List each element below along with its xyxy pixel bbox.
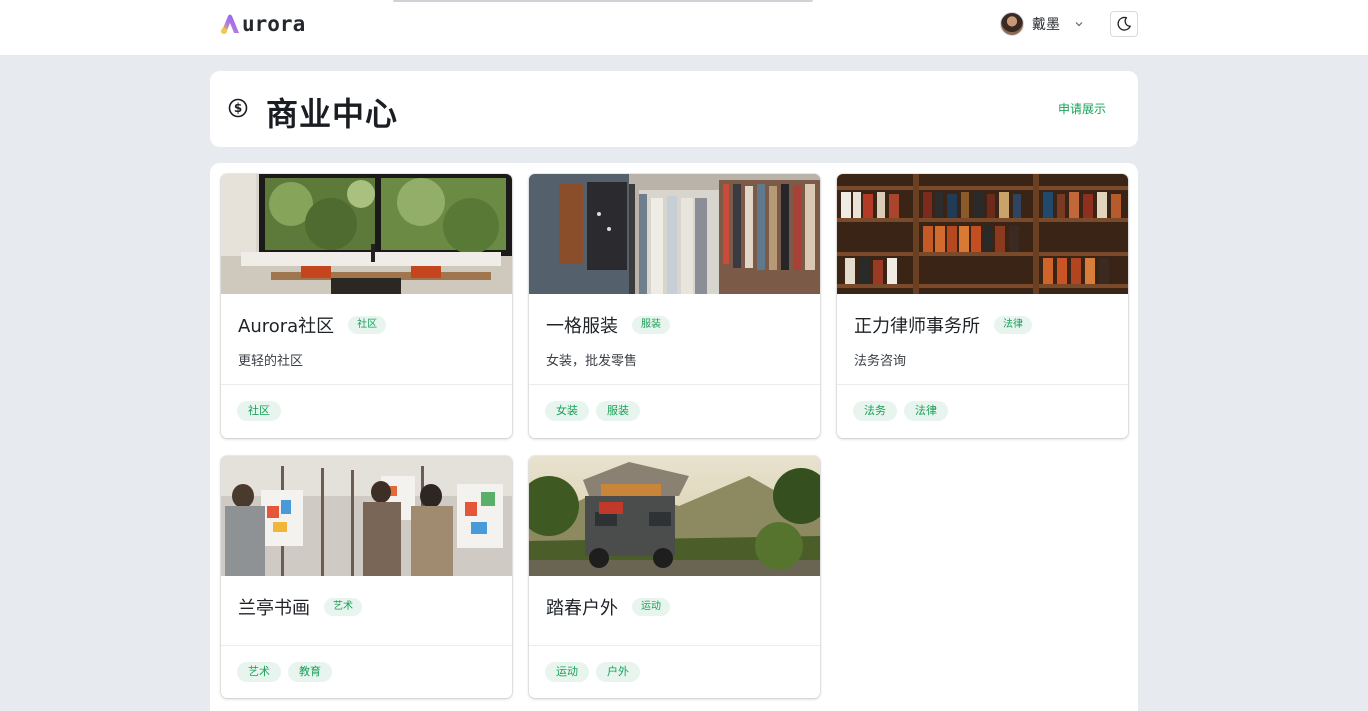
business-list-panel: Aurora社区 社区 更轻的社区 社区 一格服装 服装 女装，批发零售 女装 … xyxy=(210,163,1138,711)
category-badge: 社区 xyxy=(348,316,387,334)
card-description: 女装，批发零售 xyxy=(546,354,638,369)
tag-list: 艺术 教育 xyxy=(237,662,332,682)
tag-list: 运动 户外 xyxy=(545,662,640,682)
bookshelf-photo xyxy=(837,174,1128,294)
category-badge: 运动 xyxy=(632,598,670,616)
logo-text: urora xyxy=(242,12,306,36)
tag[interactable]: 法律 xyxy=(904,401,948,421)
card-title: 正力律师事务所 法律 xyxy=(854,312,1032,338)
card-title: Aurora社区 社区 xyxy=(238,312,387,338)
cafe-interior-photo xyxy=(221,174,512,294)
divider xyxy=(529,645,820,646)
card-title-text: Aurora社区 xyxy=(238,316,335,337)
tag[interactable]: 运动 xyxy=(545,662,589,682)
painting-class-photo xyxy=(221,456,512,576)
tag-list: 法务 法律 xyxy=(853,401,948,421)
card-title: 踏春户外 运动 xyxy=(546,594,670,620)
camping-car-photo xyxy=(529,456,820,576)
user-name: 戴墨 xyxy=(1032,17,1060,33)
tag[interactable]: 教育 xyxy=(288,662,332,682)
apply-showcase-link[interactable]: 申请展示 xyxy=(1058,100,1106,117)
category-badge: 法律 xyxy=(994,316,1032,334)
clothing-rack-photo xyxy=(529,174,820,294)
loading-bar xyxy=(393,0,813,2)
card-description: 更轻的社区 xyxy=(238,354,304,369)
tag[interactable]: 户外 xyxy=(596,662,640,682)
dollar-circle-icon: $ xyxy=(228,98,248,118)
card-title: 兰亭书画 艺术 xyxy=(238,594,362,620)
business-card-calligraphy[interactable]: 兰亭书画 艺术 艺术 教育 xyxy=(221,456,512,698)
divider xyxy=(529,384,820,385)
divider xyxy=(837,384,1128,385)
business-card-aurora[interactable]: Aurora社区 社区 更轻的社区 社区 xyxy=(221,174,512,438)
page-title: 商业中心 xyxy=(266,95,399,133)
logo[interactable]: urora xyxy=(219,11,305,37)
business-card-law-firm[interactable]: 正力律师事务所 法律 法务咨询 法务 法律 xyxy=(837,174,1128,438)
theme-toggle-button[interactable] xyxy=(1110,11,1138,37)
divider xyxy=(221,645,512,646)
tag[interactable]: 法务 xyxy=(853,401,897,421)
tag[interactable]: 服装 xyxy=(596,401,640,421)
card-description: 法务咨询 xyxy=(854,354,907,369)
tag[interactable]: 社区 xyxy=(237,401,281,421)
business-card-outdoor[interactable]: 踏春户外 运动 运动 户外 xyxy=(529,456,820,698)
tag-list: 女装 服装 xyxy=(545,401,640,421)
avatar xyxy=(1000,12,1024,36)
divider xyxy=(221,384,512,385)
card-title-text: 兰亭书画 xyxy=(238,598,310,619)
svg-text:$: $ xyxy=(234,101,242,115)
tag[interactable]: 女装 xyxy=(545,401,589,421)
aurora-logo-icon xyxy=(221,14,239,34)
moon-icon xyxy=(1117,16,1131,31)
business-card-clothing[interactable]: 一格服装 服装 女装，批发零售 女装 服装 xyxy=(529,174,820,438)
chevron-down-icon xyxy=(1075,22,1083,27)
card-title: 一格服装 服装 xyxy=(546,312,670,338)
card-title-text: 正力律师事务所 xyxy=(854,316,980,337)
card-title-text: 踏春户外 xyxy=(546,598,618,619)
tag[interactable]: 艺术 xyxy=(237,662,281,682)
title-panel: $ 商业中心 申请展示 xyxy=(210,71,1138,147)
top-header: urora 戴墨 xyxy=(0,0,1368,55)
user-menu[interactable]: 戴墨 xyxy=(1000,12,1084,36)
tag-list: 社区 xyxy=(237,401,281,421)
card-title-text: 一格服装 xyxy=(546,316,618,337)
category-badge: 艺术 xyxy=(324,598,362,616)
category-badge: 服装 xyxy=(632,316,670,334)
